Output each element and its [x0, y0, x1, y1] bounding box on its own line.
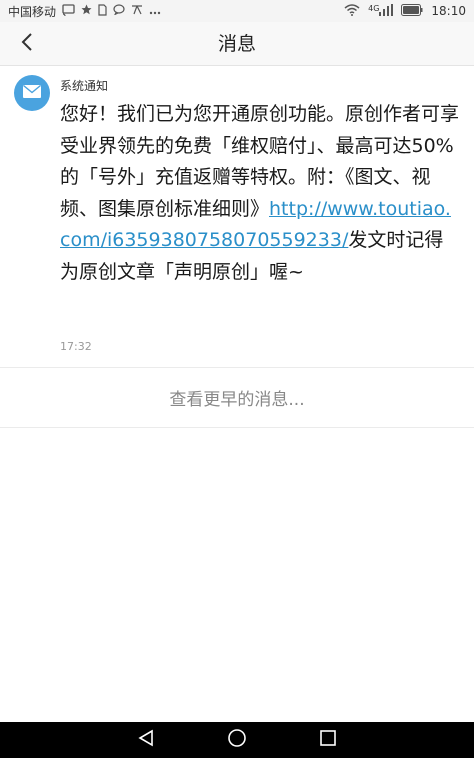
- nav-home-button[interactable]: [217, 722, 257, 758]
- message-item: 系统通知 您好！我们已为您开通原创功能。原创作者可享受业界领先的免费「维权赔付」…: [0, 67, 474, 367]
- mail-icon: [22, 84, 42, 103]
- network-label: 4G: [368, 3, 380, 13]
- sim-icon: [98, 3, 107, 19]
- view-earlier-button[interactable]: 查看更早的消息...: [0, 367, 474, 427]
- circle-home-icon: [227, 728, 247, 752]
- message-icon: [113, 4, 125, 18]
- status-time: 18:10: [431, 4, 466, 18]
- battery-icon: [401, 3, 423, 19]
- nav-recents-button[interactable]: [308, 722, 348, 758]
- triangle-back-icon: [137, 729, 155, 751]
- divider: [0, 427, 474, 428]
- wifi-icon: [344, 3, 360, 19]
- status-bar: 中国移动 4G 18:10: [0, 0, 474, 22]
- square-recents-icon: [319, 729, 337, 751]
- system-nav-bar: [0, 722, 474, 758]
- back-button[interactable]: [10, 22, 44, 66]
- page-title: 消息: [217, 33, 256, 55]
- nav-bar: 消息: [0, 22, 474, 66]
- message-list: 系统通知 您好！我们已为您开通原创功能。原创作者可享受业界领先的免费「维权赔付」…: [0, 67, 474, 723]
- cast-icon: [62, 3, 75, 19]
- text-icon: [131, 4, 143, 18]
- avatar[interactable]: [14, 75, 50, 111]
- more-icon: [149, 5, 161, 18]
- message-body: 您好！我们已为您开通原创功能。原创作者可享受业界领先的免费「维权赔付」、最高可达…: [60, 99, 460, 288]
- message-time: 17:32: [60, 340, 92, 353]
- chevron-left-icon: [20, 32, 34, 56]
- carrier-label: 中国移动: [8, 4, 57, 19]
- status-right: 4G 18:10: [344, 3, 466, 19]
- star-icon: [81, 4, 92, 18]
- status-left: 中国移动: [8, 3, 161, 20]
- signal-icon: [379, 3, 394, 19]
- nav-back-button[interactable]: [126, 722, 166, 758]
- sender-name: 系统通知: [60, 79, 109, 93]
